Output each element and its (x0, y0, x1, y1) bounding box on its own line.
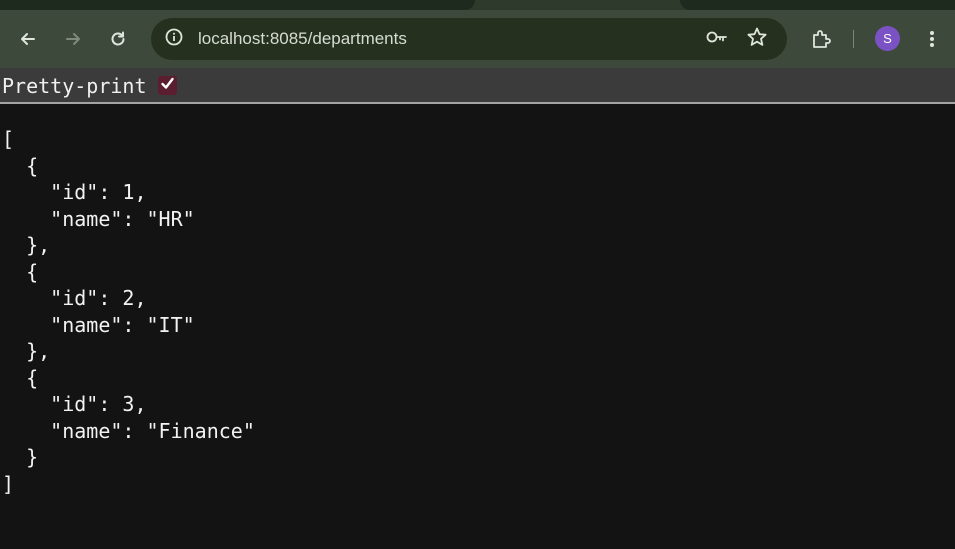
browser-toolbar: localhost:8085/departments S (0, 10, 955, 68)
extensions-button[interactable] (806, 24, 836, 54)
profile-avatar[interactable]: S (875, 26, 900, 51)
toolbar-divider (853, 30, 854, 48)
json-content: [ { "id": 1, "name": "HR" }, { "id": 2, … (0, 126, 955, 549)
pretty-print-label: Pretty-print (2, 74, 147, 98)
browser-menu-button[interactable] (917, 24, 947, 54)
active-tab[interactable] (0, 0, 475, 10)
site-info-icon (164, 27, 184, 51)
bookmark-star-icon (746, 26, 768, 52)
reload-button[interactable] (103, 24, 133, 54)
bookmark-star-button[interactable] (742, 24, 772, 54)
json-text: [ { "id": 1, "name": "HR" }, { "id": 2, … (2, 127, 255, 496)
pretty-print-checkbox[interactable] (158, 76, 177, 95)
forward-icon (63, 29, 83, 49)
site-info-button[interactable] (159, 24, 189, 54)
extensions-icon (810, 28, 832, 50)
address-bar[interactable]: localhost:8085/departments (151, 18, 787, 60)
menu-kebab-icon (929, 29, 935, 49)
reload-icon (108, 29, 128, 49)
url-text[interactable]: localhost:8085/departments (198, 29, 407, 49)
back-button[interactable] (13, 24, 43, 54)
inactive-tab[interactable] (680, 0, 955, 10)
password-key-button[interactable] (702, 24, 732, 54)
password-key-icon (705, 27, 729, 51)
checkmark-icon (160, 76, 175, 95)
profile-initial: S (883, 31, 892, 46)
back-icon (18, 29, 38, 49)
pretty-print-bar: Pretty-print (0, 68, 955, 104)
tab-strip (0, 0, 955, 10)
forward-button[interactable] (58, 24, 88, 54)
